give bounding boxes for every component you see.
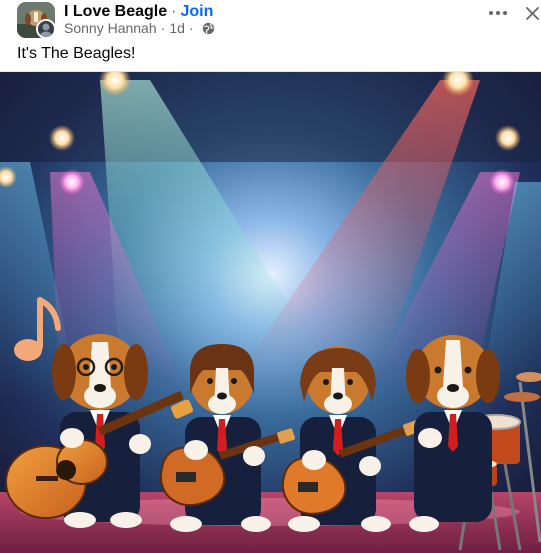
author-avatar[interactable]	[36, 19, 56, 39]
join-button[interactable]: Join	[180, 3, 213, 20]
separator-dot: ·	[171, 3, 177, 20]
globe-icon[interactable]	[202, 22, 215, 35]
beagles-band-illustration	[0, 72, 541, 553]
post-timestamp[interactable]: 1d	[169, 20, 185, 37]
group-title-line: I Love Beagle · Join	[64, 2, 213, 21]
group-name-link[interactable]: I Love Beagle	[64, 3, 167, 20]
post-text: It's The Beagles!	[17, 45, 136, 62]
more-options-icon[interactable]	[487, 4, 509, 22]
post-image[interactable]	[0, 71, 541, 553]
author-name-link[interactable]: Sonny Hannah	[64, 20, 157, 37]
beagle-drummer	[406, 335, 500, 532]
meta-separator-dot: ·	[160, 20, 166, 36]
close-icon[interactable]	[524, 3, 541, 23]
post-meta: Sonny Hannah · 1d ·	[64, 20, 215, 37]
meta-separator-dot-2: ·	[188, 20, 194, 36]
post-header: I Love Beagle · Join Sonny Hannah · 1d ·	[0, 0, 541, 40]
